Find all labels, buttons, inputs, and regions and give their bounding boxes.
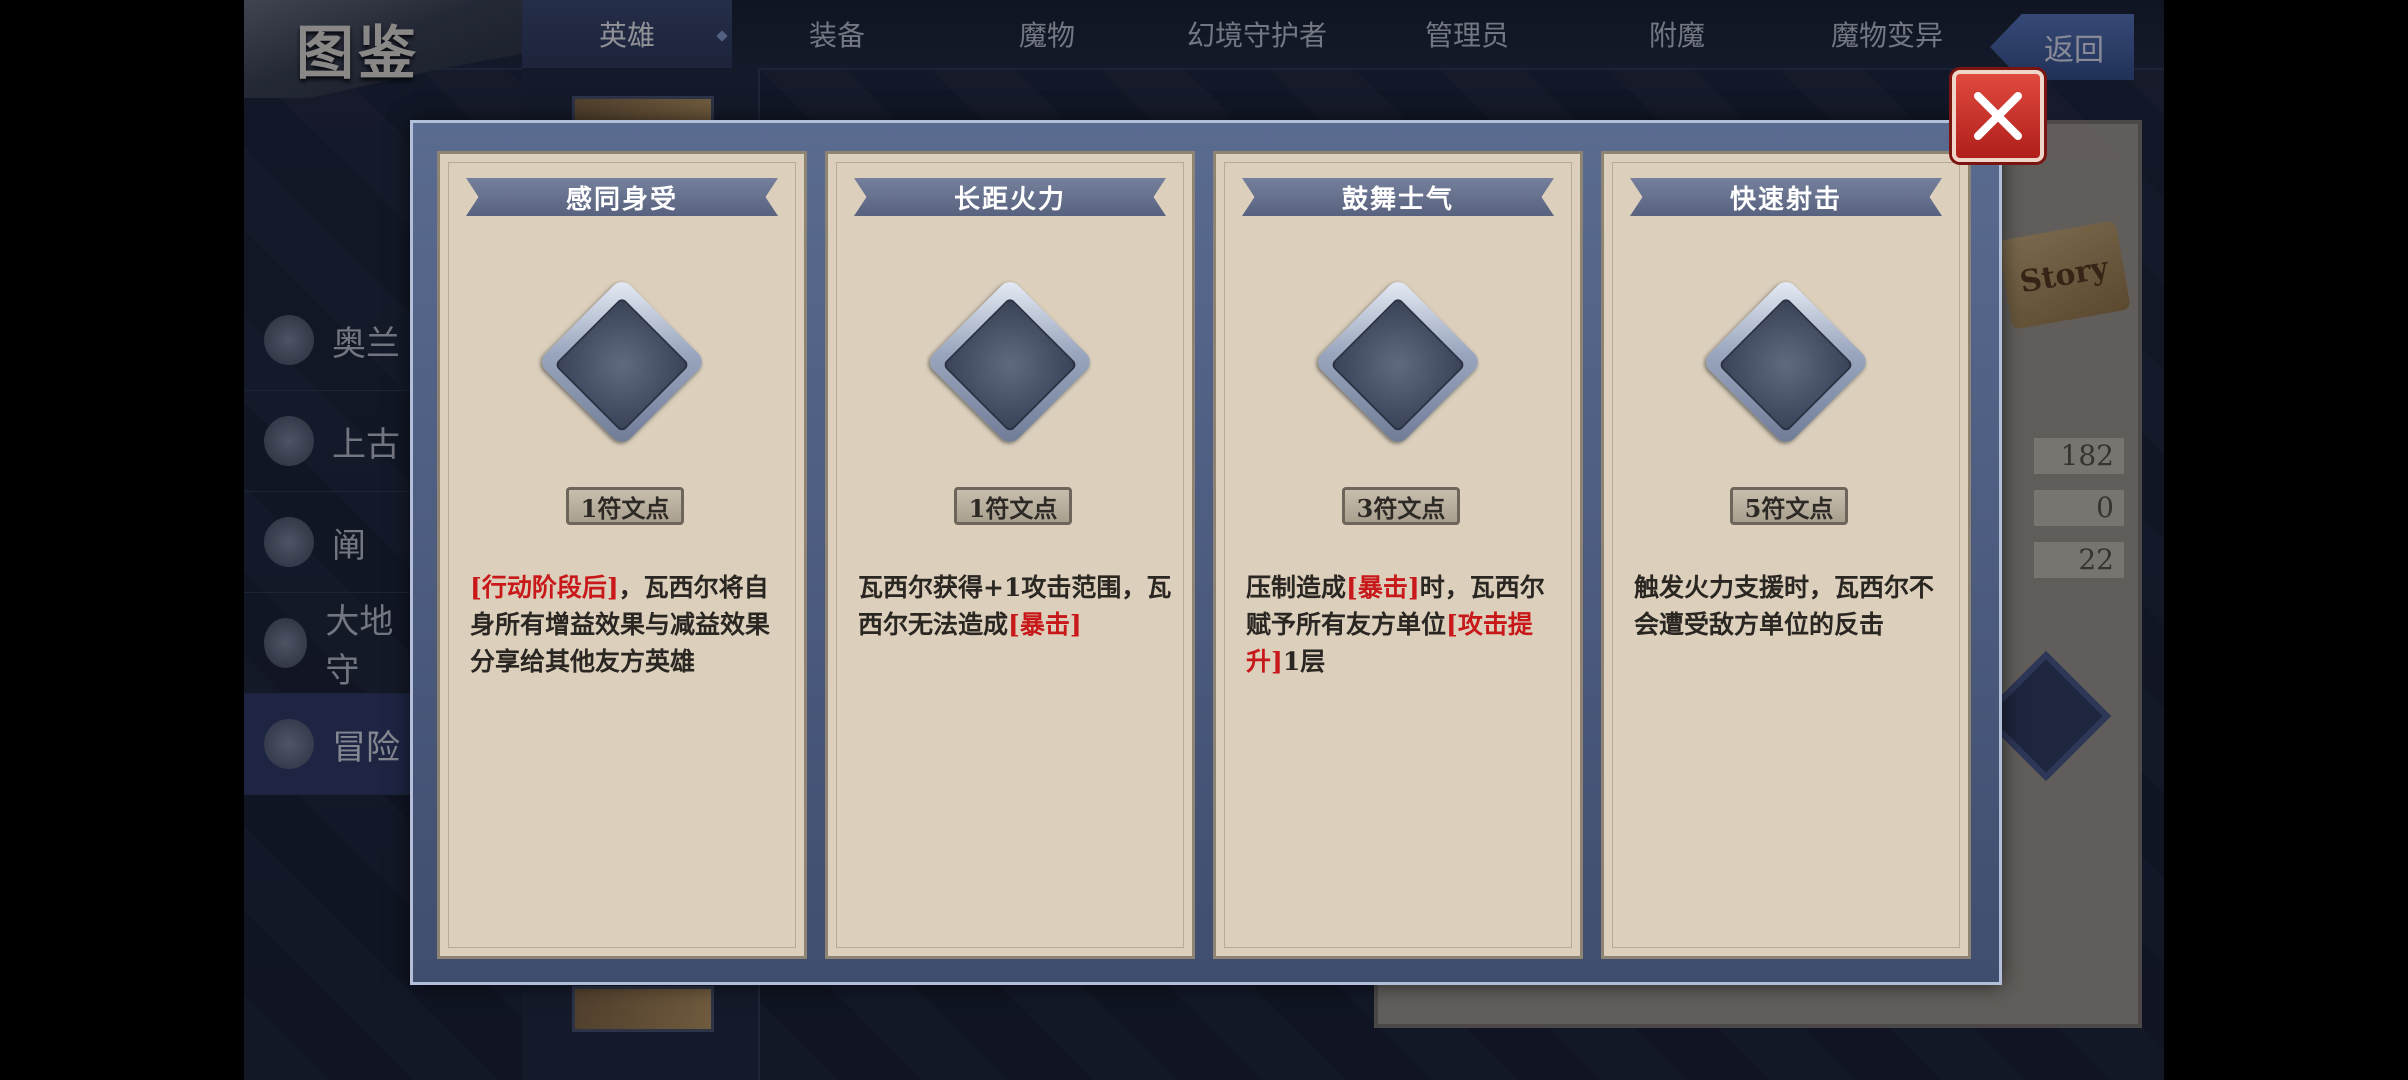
rune-slot-core: [1330, 296, 1466, 433]
rune-card-title: 快速射击: [1630, 178, 1942, 216]
keyword-highlight: [行动阶段后]: [470, 573, 619, 602]
close-button[interactable]: [1952, 70, 2044, 162]
rune-diamond-icon: [1701, 277, 1871, 447]
rune-slot[interactable]: [537, 277, 707, 447]
rune-cost: 3符文点: [1342, 487, 1460, 525]
rune-skills-modal: 感同身受 1符文点 [行动阶段后]，瓦西尔将自身所有增益效果与减益效果分享给其他…: [410, 120, 2002, 985]
rune-diamond-icon: [537, 277, 707, 447]
rune-slot-core: [1718, 296, 1854, 433]
rune-description: 压制造成[暴击]时，瓦西尔赋予所有友方单位[攻击提升]1层: [1246, 569, 1562, 680]
rune-cost: 1符文点: [954, 487, 1072, 525]
rune-card: 长距火力 1符文点 瓦西尔获得+1攻击范围，瓦西尔无法造成[暴击]: [825, 151, 1195, 959]
rune-diamond-icon: [925, 277, 1095, 447]
rune-description: [行动阶段后]，瓦西尔将自身所有增益效果与减益效果分享给其他友方英雄: [470, 569, 786, 680]
rune-slot-core: [554, 296, 690, 433]
rune-card-title: 鼓舞士气: [1242, 178, 1554, 216]
rune-description: 触发火力支援时，瓦西尔不会遭受敌方单位的反击: [1634, 569, 1950, 643]
rune-card: 鼓舞士气 3符文点 压制造成[暴击]时，瓦西尔赋予所有友方单位[攻击提升]1层: [1213, 151, 1583, 959]
close-icon: [1974, 92, 2022, 140]
rune-card: 快速射击 5符文点 触发火力支援时，瓦西尔不会遭受敌方单位的反击: [1601, 151, 1971, 959]
rune-slot-core: [942, 296, 1078, 433]
description-text: 1层: [1282, 647, 1326, 676]
rune-card: 感同身受 1符文点 [行动阶段后]，瓦西尔将自身所有增益效果与减益效果分享给其他…: [437, 151, 807, 959]
keyword-highlight: [暴击]: [1008, 610, 1082, 639]
rune-description: 瓦西尔获得+1攻击范围，瓦西尔无法造成[暴击]: [858, 569, 1174, 643]
rune-diamond-icon: [1313, 277, 1483, 447]
rune-cost: 5符文点: [1730, 487, 1848, 525]
rune-slot[interactable]: [1701, 277, 1871, 447]
description-text: 触发火力支援时，瓦西尔不会遭受敌方单位的反击: [1634, 573, 1935, 639]
keyword-highlight: [暴击]: [1346, 573, 1420, 602]
rune-card-title: 长距火力: [854, 178, 1166, 216]
rune-slot[interactable]: [925, 277, 1095, 447]
rune-slot[interactable]: [1313, 277, 1483, 447]
description-text: 压制造成: [1246, 573, 1347, 602]
rune-cost: 1符文点: [566, 487, 684, 525]
rune-card-title: 感同身受: [466, 178, 778, 216]
game-screen: 图鉴 英雄 装备 魔物 幻境守护者 管理员 附魔 魔物变异 返回 奥兰 上古 阐…: [244, 0, 2164, 1080]
